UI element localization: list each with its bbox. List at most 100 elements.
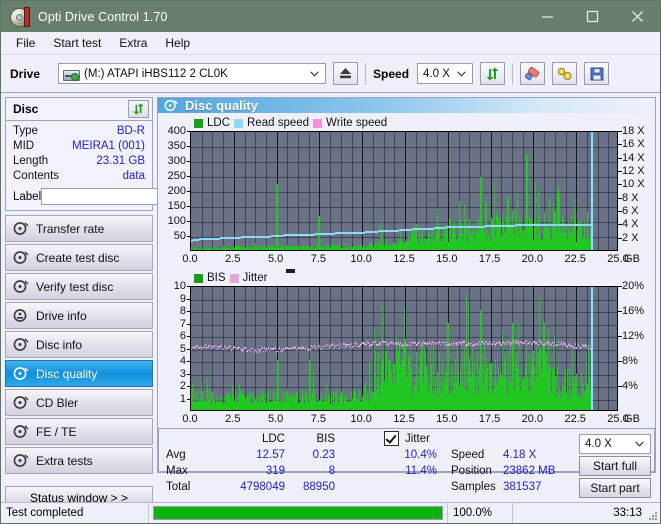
save-button[interactable] — [584, 62, 610, 85]
sidebar-item-verify-test-disc[interactable]: Verify test disc — [5, 273, 153, 300]
series-point — [341, 346, 343, 349]
chart2-canvas: BIS Jitter 1 2 3 4 5 6 7 8 9 10 4% 8% 12% 16% 20% 0.0 2.5 5… — [158, 268, 652, 428]
disc-row-value: BD-R — [116, 125, 145, 137]
series-point — [263, 350, 265, 353]
disc-row-key: Type — [13, 125, 38, 137]
speed-select[interactable]: 4.0 X — [417, 63, 474, 84]
resize-grip[interactable] — [648, 511, 658, 521]
jitter-checkbox[interactable] — [384, 431, 399, 446]
minimize-button[interactable] — [525, 1, 570, 32]
y2-axis-tick — [618, 184, 622, 186]
progress-bar — [153, 506, 443, 520]
elapsed-time: 33:13 — [613, 507, 642, 519]
disc-row-length: Length 23.31 GB — [13, 154, 145, 169]
series-point — [262, 347, 264, 349]
erase-button[interactable] — [520, 62, 546, 85]
series-point — [511, 340, 513, 343]
menu-extra[interactable]: Extra — [110, 34, 156, 52]
y2-axis-tick — [618, 157, 622, 159]
y-axis-tick-label: 50 — [173, 230, 186, 242]
series-point — [253, 351, 255, 353]
stats-bis-avg: 0.23 — [312, 449, 335, 461]
series-point — [355, 343, 357, 345]
series-point — [255, 351, 257, 353]
disc-row-type: Type BD-R — [13, 124, 145, 139]
y2-axis-tick — [618, 144, 622, 146]
y2-axis-tick — [618, 336, 622, 337]
start-part-button[interactable]: Start part — [579, 478, 651, 498]
series-point — [469, 344, 471, 347]
series-point — [222, 348, 224, 351]
menu-start-test[interactable]: Start test — [44, 34, 110, 52]
series-point — [397, 343, 399, 345]
series-point — [528, 342, 530, 345]
eject-button[interactable] — [333, 62, 359, 85]
sidebar-item-label: Extra tests — [36, 453, 93, 468]
chart1-plot-area[interactable] — [190, 131, 618, 251]
close-button[interactable] — [615, 1, 660, 32]
legend-swatch — [194, 273, 203, 283]
x-axis-tick-label: 17.5 — [478, 413, 501, 425]
series-point — [399, 344, 401, 346]
menu-file[interactable]: File — [10, 34, 44, 52]
sidebar-item-fe-te[interactable]: FE / TE — [5, 418, 153, 445]
drive-label: Drive — [10, 66, 41, 81]
series-point — [281, 350, 283, 352]
series-point — [430, 343, 432, 345]
y-axis-tick-label: 200 — [167, 185, 186, 197]
sidebar-item-create-test-disc[interactable]: Create test disc — [5, 244, 153, 271]
left-sidebar: Disc Type BD-R MID MEIRA1 (001) Length 2… — [1, 93, 246, 510]
series-point — [440, 343, 442, 346]
y-axis-tick — [187, 236, 190, 237]
maximize-button[interactable] — [570, 1, 615, 32]
series-point — [276, 350, 278, 353]
series-point — [478, 343, 480, 346]
sidebar-item-disc-info[interactable]: Disc info — [5, 331, 153, 358]
chart2-plot-area[interactable] — [190, 286, 618, 411]
content-header: Disc quality — [158, 98, 655, 113]
drive-select[interactable]: (M:) ATAPI iHBS112 2 CL0K — [58, 63, 327, 84]
series-point — [409, 341, 410, 344]
status-message: Test completed — [1, 503, 149, 523]
disc-icon — [13, 280, 29, 293]
y2-axis-tick-label: 8% — [622, 355, 638, 367]
y2-axis-tick — [618, 224, 622, 226]
bis-chart[interactable]: BIS Jitter 1 2 3 4 5 6 7 8 9 10 4% 8% 12% 16% 20% 0.0 2.5 5… — [158, 268, 655, 428]
y-axis-tick — [187, 336, 190, 337]
legend-swatch — [313, 118, 323, 128]
start-full-button[interactable]: Start full — [579, 456, 651, 476]
series-point — [373, 343, 375, 346]
x-axis-tick-label: 20.0 — [521, 253, 544, 265]
series-point — [449, 344, 451, 346]
sidebar-item-extra-tests[interactable]: Extra tests — [5, 447, 153, 474]
position-cursor — [591, 132, 593, 250]
disc-label-key: Label — [13, 190, 42, 203]
series-point — [277, 348, 279, 351]
series-point — [332, 343, 334, 346]
series-point — [269, 349, 271, 352]
position-cursor — [591, 287, 593, 410]
stats-col-ldc: LDC — [261, 433, 285, 445]
sidebar-item-cd-bler[interactable]: CD Bler — [5, 389, 153, 416]
menu-help[interactable]: Help — [156, 34, 199, 52]
tools-button[interactable] — [552, 62, 578, 85]
series-point — [486, 340, 488, 343]
series-point — [553, 341, 555, 343]
y-axis-tick — [187, 311, 190, 312]
sidebar-item-drive-info[interactable]: Drive info — [5, 302, 153, 329]
series-point — [191, 348, 192, 351]
disc-refresh-button[interactable] — [128, 100, 149, 118]
chart1-canvas: LDC Read speed Write speed 50 100 150 200 250 30… — [158, 113, 652, 268]
y2-axis-tick-label: 10 X — [622, 178, 645, 191]
result-speed-select[interactable]: 4.0 X — [579, 434, 651, 454]
series-point — [333, 346, 335, 348]
x-axis-tick-label: 0.0 — [182, 253, 198, 265]
sidebar-item-disc-quality[interactable]: Disc quality — [5, 360, 153, 387]
ldc-chart[interactable]: LDC Read speed Write speed 50 100 150 200 250 30… — [158, 113, 655, 268]
series-point — [531, 343, 533, 345]
disc-icon — [13, 454, 29, 467]
series-point — [475, 344, 477, 346]
sidebar-item-transfer-rate[interactable]: Transfer rate — [5, 215, 153, 242]
disc-panel-header: Disc — [6, 98, 152, 121]
refresh-button[interactable] — [480, 62, 506, 85]
